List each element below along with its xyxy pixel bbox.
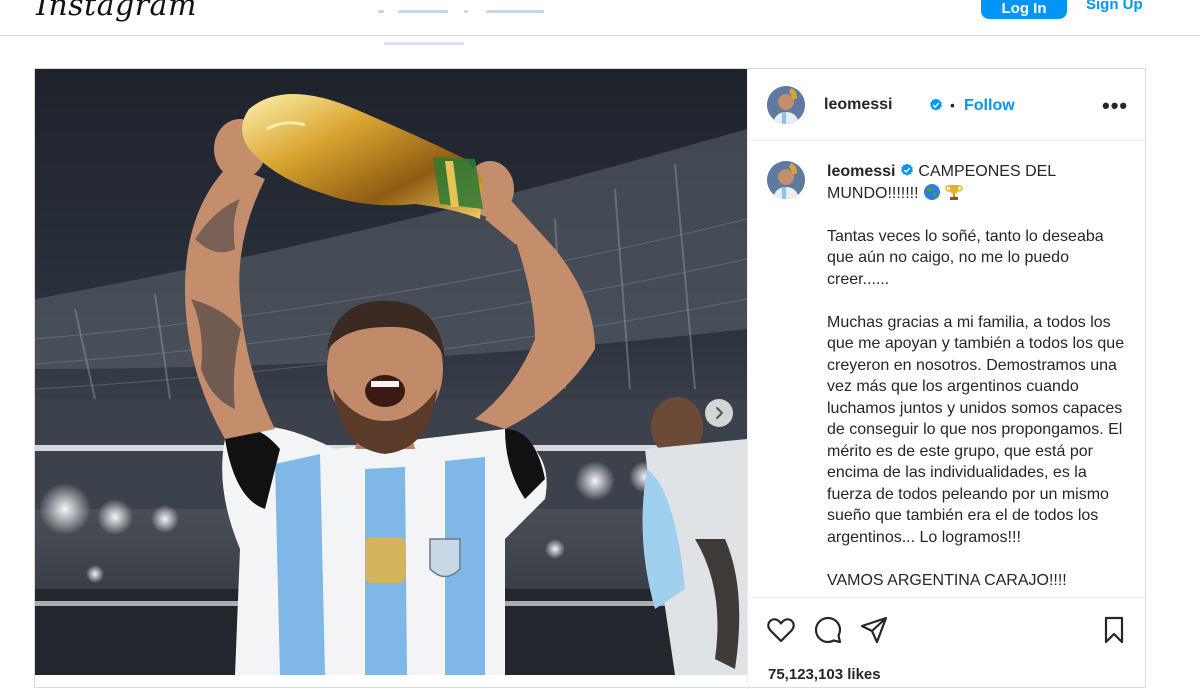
verified-badge-icon <box>900 163 913 176</box>
more-options-icon[interactable]: ••• <box>1102 93 1128 119</box>
next-photo-button[interactable] <box>705 399 733 427</box>
trophy-emoji-icon <box>945 184 964 200</box>
avatar-image <box>767 86 805 124</box>
separator-dot: • <box>950 97 955 113</box>
post-photo[interactable] <box>35 69 747 675</box>
login-button[interactable]: Log In <box>981 0 1067 19</box>
avatar[interactable] <box>767 86 805 124</box>
signup-link[interactable]: Sign Up <box>1086 0 1143 13</box>
post-side-panel: leomessi • Follow ••• leomessi CAMPEONES… <box>747 69 1146 689</box>
follow-button[interactable]: Follow <box>964 97 1015 115</box>
post-actions: 75,123,103 likes <box>748 597 1146 689</box>
caption-avatar[interactable] <box>767 161 805 199</box>
post-photo-illustration <box>35 69 747 675</box>
post-card: leomessi • Follow ••• leomessi CAMPEONES… <box>34 68 1146 689</box>
avatar-image <box>767 161 805 199</box>
send-icon[interactable] <box>859 615 889 645</box>
bookmark-icon[interactable] <box>1099 615 1129 645</box>
caption-area: leomessi CAMPEONES DEL MUNDO!!!!!!! Tant… <box>748 142 1146 597</box>
post-header: leomessi • Follow ••• <box>748 69 1146 141</box>
post-caption: leomessi CAMPEONES DEL MUNDO!!!!!!! Tant… <box>827 161 1127 591</box>
caption-paragraph-3: VAMOS ARGENTINA CARAJO!!!! <box>827 571 1067 589</box>
caption-paragraph-2: Muchas gracias a mi familia, a todos los… <box>827 313 1125 546</box>
instagram-logo[interactable]: Instagram <box>36 0 197 23</box>
post-author-name[interactable]: leomessi <box>824 96 892 114</box>
comment-icon[interactable] <box>813 615 843 645</box>
search-placeholder-ghost <box>376 4 546 48</box>
heart-icon[interactable] <box>766 615 796 645</box>
likes-count[interactable]: 75,123,103 likes <box>768 666 881 683</box>
caption-paragraph-1: Tantas veces lo soñé, tanto lo deseaba q… <box>827 227 1104 288</box>
caption-author-name[interactable]: leomessi <box>827 163 895 180</box>
top-navigation: Instagram Log In Sign Up <box>0 0 1200 45</box>
chevron-right-icon <box>716 407 723 419</box>
globe-emoji-icon <box>924 183 941 200</box>
verified-badge-icon <box>930 98 942 111</box>
